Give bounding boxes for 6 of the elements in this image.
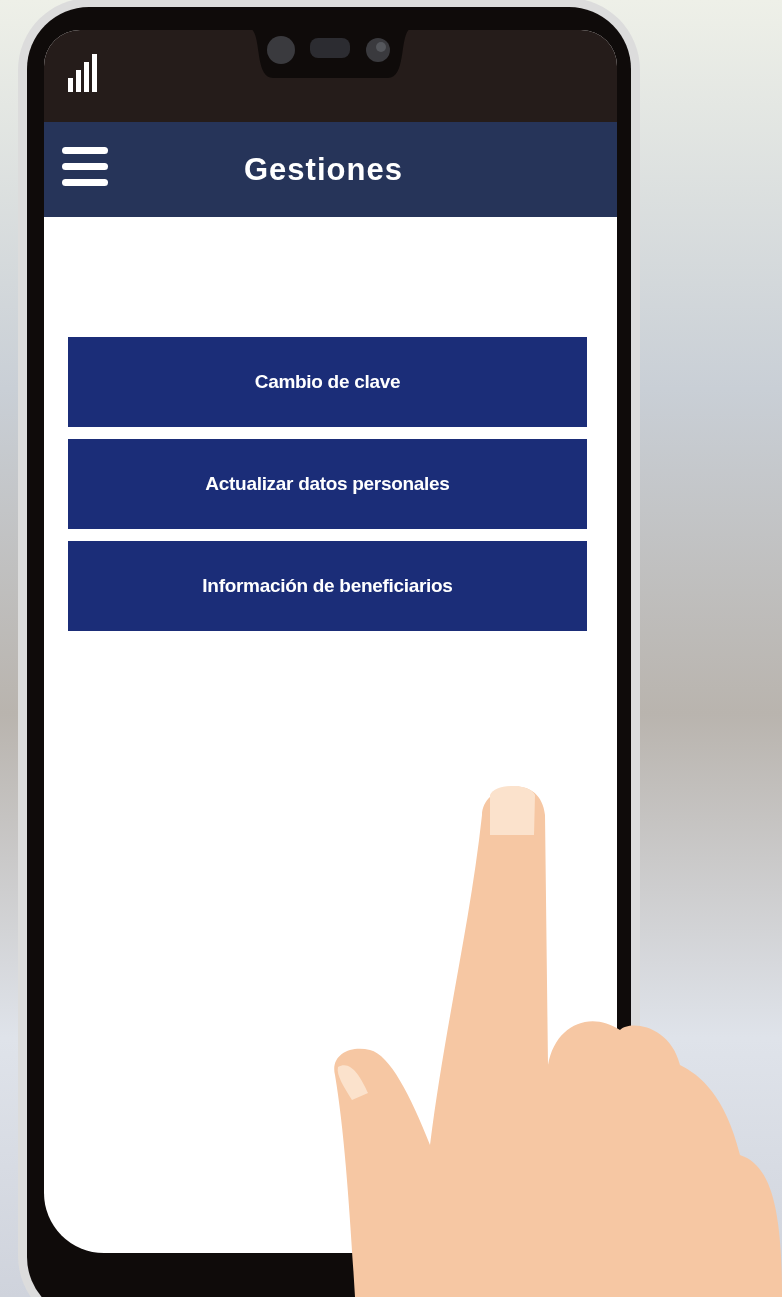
menu-option-button[interactable]: Actualizar datos personales: [68, 439, 587, 529]
menu-option-button[interactable]: Información de beneficiarios: [68, 541, 587, 631]
menu-icon: [62, 147, 110, 187]
menu-option-button[interactable]: Cambio de clave: [68, 337, 587, 427]
signal-icon: [68, 54, 100, 92]
screen-title: Gestiones: [244, 151, 403, 188]
